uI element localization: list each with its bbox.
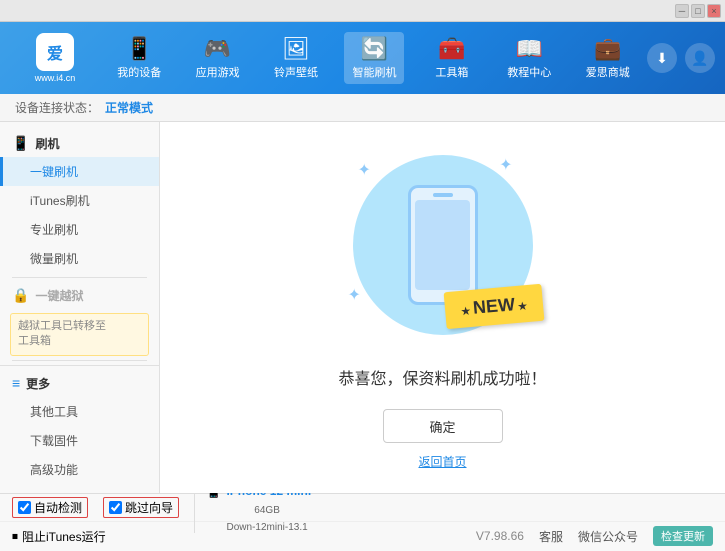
- logo-url: www.i4.cn: [35, 73, 76, 83]
- auto-connect-checkbox[interactable]: 自动检测: [12, 497, 88, 518]
- stop-itunes-btn[interactable]: ⏹ 阻止iTunes运行: [12, 528, 106, 545]
- auto-connect-label: 自动检测: [34, 499, 82, 516]
- more-title-text: 更多: [26, 375, 50, 392]
- close-btn[interactable]: ×: [707, 4, 721, 18]
- sparkle-icon-2: ✦: [499, 155, 512, 175]
- profile-btn[interactable]: 👤: [685, 43, 715, 73]
- minimize-btn[interactable]: ─: [675, 4, 689, 18]
- one-click-label: 一键刷机: [30, 165, 78, 179]
- nav-toolbox[interactable]: 🧰 工具箱: [423, 32, 481, 84]
- status-value: 正常模式: [105, 99, 153, 116]
- main: 📱 刷机 一键刷机 iTunes刷机 专业刷机 微量刷机 🔒 一键越狱: [0, 122, 725, 493]
- lock-icon: 🔒: [12, 287, 29, 304]
- sidebar-flash-title[interactable]: 📱 刷机: [0, 130, 159, 157]
- header: 爱 www.i4.cn 📱 我的设备 🎮 应用游戏 🖼 铃声壁纸 🔄 智能刷机 …: [0, 22, 725, 94]
- sidebar-jailbreak-title[interactable]: 🔒 一键越狱: [0, 282, 159, 309]
- sidebar-more-title[interactable]: ≡ 更多: [0, 370, 159, 397]
- flash-icon: 📱: [12, 135, 29, 152]
- nav-my-device[interactable]: 📱 我的设备: [109, 32, 169, 84]
- status-label: 设备连接状态：: [15, 99, 99, 116]
- sidebar-section-jailbreak: 🔒 一键越狱 越狱工具已转移至工具箱: [0, 282, 159, 356]
- nav-tutorial[interactable]: 📖 教程中心: [499, 32, 559, 84]
- nav-smart-flash-label: 智能刷机: [352, 64, 396, 80]
- download-btn[interactable]: ⬇: [647, 43, 677, 73]
- sidebar-divider-2: [12, 360, 147, 361]
- nav-apps-games[interactable]: 🎮 应用游戏: [188, 32, 248, 84]
- sidebar: 📱 刷机 一键刷机 iTunes刷机 专业刷机 微量刷机 🔒 一键越狱: [0, 122, 160, 493]
- download-fw-label: 下载固件: [30, 434, 78, 448]
- flash-title-text: 刷机: [35, 135, 59, 152]
- nav-toolbox-icon: 🧰: [438, 36, 465, 62]
- sidebar-divider-1: [12, 277, 147, 278]
- skip-wizard-input[interactable]: [109, 501, 122, 514]
- maximize-btn[interactable]: □: [691, 4, 705, 18]
- device-bar: 自动检测 跳过向导 📱 iPhone 12 mini 64GB Down-12m…: [0, 494, 725, 522]
- stop-itunes-label: 阻止iTunes运行: [22, 528, 106, 545]
- device-storage: 64GB: [236, 505, 280, 516]
- wechat-link[interactable]: 微信公众号: [578, 528, 638, 545]
- check-update-btn[interactable]: 检查更新: [653, 526, 713, 546]
- confirm-button[interactable]: 确定: [383, 409, 503, 443]
- nav-toolbox-label: 工具箱: [435, 64, 468, 80]
- sidebar-item-advanced[interactable]: 高级功能: [0, 455, 159, 484]
- content-area: NEW ✦ ✦ ✦ 恭喜您，保资料刷机成功啦！ 确定 返回首页: [160, 122, 725, 493]
- illustration: NEW ✦ ✦ ✦: [343, 145, 543, 345]
- sidebar-section-flash: 📱 刷机 一键刷机 iTunes刷机 专业刷机 微量刷机: [0, 130, 159, 273]
- sidebar-item-other-tools[interactable]: 其他工具: [0, 397, 159, 426]
- nav-boutique-label: 爱思商城: [586, 64, 630, 80]
- sidebar-item-micro[interactable]: 微量刷机: [0, 244, 159, 273]
- jailbreak-notice-text: 越狱工具已转移至工具箱: [18, 320, 106, 347]
- sparkle-icon-3: ✦: [348, 285, 361, 305]
- itunes-label: iTunes刷机: [30, 194, 90, 208]
- auto-connect-input[interactable]: [18, 501, 31, 514]
- skip-wizard-label: 跳过向导: [125, 499, 173, 516]
- nav-items: 📱 我的设备 🎮 应用游戏 🖼 铃声壁纸 🔄 智能刷机 🧰 工具箱 📖 教程中心…: [100, 32, 647, 84]
- nav-tutorial-label: 教程中心: [507, 64, 551, 80]
- nav-apps-label: 应用游戏: [196, 64, 240, 80]
- nav-smart-flash-icon: 🔄: [361, 36, 388, 62]
- pro-label: 专业刷机: [30, 223, 78, 237]
- jailbreak-notice: 越狱工具已转移至工具箱: [10, 313, 149, 356]
- nav-wallpaper[interactable]: 🖼 铃声壁纸: [266, 32, 326, 84]
- nav-my-device-icon: 📱: [126, 36, 153, 62]
- confirm-label: 确定: [429, 417, 455, 436]
- phone-screen: [415, 200, 470, 290]
- new-badge: NEW: [443, 284, 544, 329]
- jailbreak-title-text: 一键越狱: [35, 287, 83, 304]
- version-text: V7.98.66: [476, 529, 524, 543]
- nav-boutique-icon: 💼: [594, 36, 621, 62]
- title-bar: ─ □ ×: [0, 0, 725, 22]
- sidebar-section-more: ≡ 更多 其他工具 下载固件 高级功能: [0, 365, 159, 484]
- nav-my-device-label: 我的设备: [117, 64, 161, 80]
- nav-tutorial-icon: 📖: [516, 36, 543, 62]
- logo-icon-text: 爱: [47, 40, 63, 64]
- success-title: 恭喜您，保资料刷机成功啦！: [338, 365, 546, 389]
- phone-notch: [433, 193, 453, 197]
- micro-label: 微量刷机: [30, 252, 78, 266]
- header-right: ⬇ 👤: [647, 43, 715, 73]
- sidebar-item-pro[interactable]: 专业刷机: [0, 215, 159, 244]
- footer-area: 自动检测 跳过向导 📱 iPhone 12 mini 64GB Down-12m…: [0, 493, 725, 551]
- logo-area: 爱 www.i4.cn: [10, 33, 100, 83]
- more-icon: ≡: [12, 375, 20, 391]
- nav-apps-icon: 🎮: [204, 36, 231, 62]
- sidebar-item-download-fw[interactable]: 下载固件: [0, 426, 159, 455]
- bottom-bar: ⏹ 阻止iTunes运行 V7.98.66 客服 微信公众号 检查更新: [0, 522, 725, 550]
- back-link[interactable]: 返回首页: [418, 453, 466, 470]
- advanced-label: 高级功能: [30, 463, 78, 477]
- sidebar-item-one-click[interactable]: 一键刷机: [0, 157, 159, 186]
- customer-service-link[interactable]: 客服: [539, 528, 563, 545]
- stop-itunes-icon: ⏹: [12, 529, 18, 544]
- nav-smart-flash[interactable]: 🔄 智能刷机: [344, 32, 404, 84]
- status-bar: 设备连接状态： 正常模式: [0, 94, 725, 122]
- nav-wallpaper-label: 铃声壁纸: [274, 64, 318, 80]
- logo-icon: 爱: [36, 33, 74, 71]
- nav-boutique[interactable]: 💼 爱思商城: [578, 32, 638, 84]
- phone-body: [408, 185, 478, 305]
- skip-wizard-checkbox[interactable]: 跳过向导: [103, 497, 179, 518]
- sidebar-item-itunes[interactable]: iTunes刷机: [0, 186, 159, 215]
- other-tools-label: 其他工具: [30, 405, 78, 419]
- nav-wallpaper-icon: 🖼: [282, 36, 310, 62]
- sparkle-icon-1: ✦: [358, 160, 371, 180]
